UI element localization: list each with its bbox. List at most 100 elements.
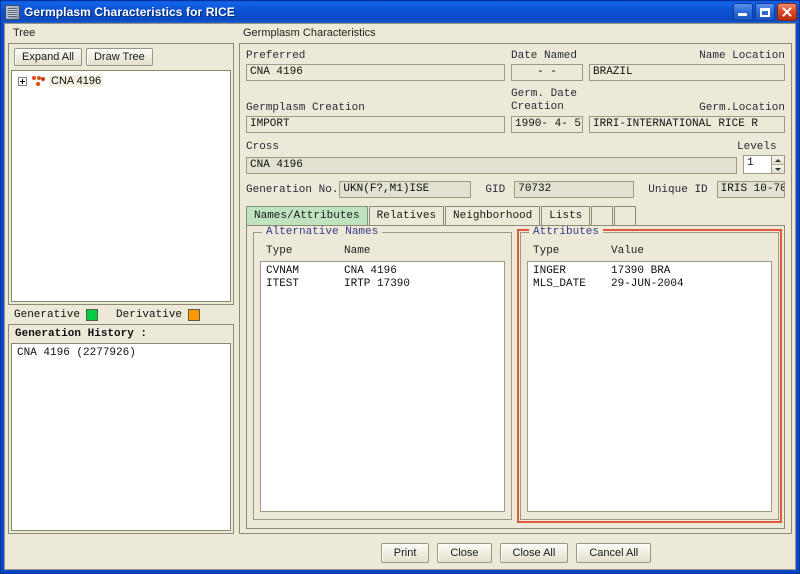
- maximize-button[interactable]: [755, 3, 775, 21]
- alternative-names-group: Alternative Names Type Name CVNAM CNA 41…: [253, 226, 512, 520]
- levels-decrement-icon[interactable]: [771, 165, 784, 173]
- title-bar: Germplasm Characteristics for RICE: [1, 1, 799, 23]
- gid-field[interactable]: 70732: [514, 181, 635, 198]
- panel-headers: Tree Germplasm Characteristics: [5, 24, 795, 43]
- row1-labels: Preferred Date Named Name Location: [246, 48, 785, 62]
- tree-panel: Expand All Draw Tree CNA 4196: [8, 43, 234, 305]
- generation-history-item[interactable]: CNA 4196 (2277926): [17, 347, 230, 359]
- expand-toggle-icon[interactable]: [18, 76, 27, 86]
- alternative-names-title: Alternative Names: [262, 226, 383, 238]
- attributes-list[interactable]: INGER 17390 BRA MLS_DATE 29-JUN-2004: [527, 261, 772, 512]
- alt-name-type: ITEST: [266, 278, 300, 290]
- germ-date-creation-label-line1: Germ. Date: [511, 88, 578, 100]
- tab-empty-1[interactable]: [591, 206, 614, 225]
- germplasm-creation-label: Germplasm Creation: [246, 102, 365, 114]
- row2-labels: Germplasm Creation Germ. Date Creation G…: [246, 86, 785, 114]
- tab-content-names-attributes: Alternative Names Type Name CVNAM CNA 41…: [246, 226, 785, 529]
- tree-legend: Generative Derivative: [8, 305, 234, 324]
- pedigree-icon: [32, 75, 45, 87]
- germplasm-creation-field[interactable]: IMPORT: [246, 116, 505, 133]
- attribute-value: 17390 BRA: [611, 265, 671, 277]
- tab-strip: Names/Attributes Relatives Neighborhood …: [246, 206, 785, 226]
- legend-derivative-swatch: [188, 309, 201, 321]
- gid-label: GID: [485, 183, 506, 196]
- attribute-value: 29-JUN-2004: [611, 278, 684, 290]
- tab-neighborhood[interactable]: Neighborhood: [445, 206, 541, 225]
- tab-relatives[interactable]: Relatives: [368, 206, 445, 225]
- alt-name-value: CNA 4196: [344, 265, 397, 277]
- table-row[interactable]: MLS_DATE 29-JUN-2004: [528, 278, 771, 291]
- legend-generative-label: Generative: [14, 309, 81, 321]
- cross-label: Cross: [246, 141, 280, 153]
- germplasm-details-panel: Preferred Date Named Name Location CNA 4…: [239, 43, 792, 534]
- tab-lists[interactable]: Lists: [541, 206, 591, 225]
- levels-increment-icon[interactable]: [771, 156, 784, 165]
- cross-field[interactable]: CNA 4196: [246, 157, 737, 174]
- tree-toolbar: Expand All Draw Tree: [9, 44, 233, 70]
- date-named-label: Date Named: [511, 50, 578, 62]
- attributes-title: Attributes: [529, 226, 604, 238]
- generation-history-panel: Generation History : CNA 4196 (2277926): [8, 324, 234, 534]
- footer-spacer: [5, 537, 237, 569]
- tree-node-cna4196[interactable]: CNA 4196: [12, 71, 230, 87]
- alternative-names-list[interactable]: CVNAM CNA 4196 ITEST IRTP 17390: [260, 261, 505, 512]
- legend-generative-swatch: [86, 309, 99, 321]
- generation-history-title: Generation History :: [15, 328, 148, 340]
- unique-id-label: Unique ID: [648, 183, 708, 196]
- legend-derivative-label: Derivative: [116, 309, 183, 321]
- levels-value[interactable]: 1: [744, 156, 771, 173]
- germ-location-label: Germ.Location: [699, 102, 785, 114]
- details-column: Preferred Date Named Name Location CNA 4…: [237, 43, 795, 537]
- application-window: Germplasm Characteristics for RICE Tree …: [0, 0, 800, 574]
- list-item[interactable]: CVNAM CNA 4196: [261, 265, 504, 278]
- expand-all-button[interactable]: Expand All: [14, 48, 82, 66]
- footer-button-bar: Print Close Close All Cancel All: [237, 537, 795, 569]
- cross-labels: Cross Levels: [246, 139, 785, 153]
- alt-name-type: CVNAM: [266, 265, 300, 277]
- tree-column: Expand All Draw Tree CNA 4196 Generative…: [5, 43, 237, 537]
- preferred-label: Preferred: [246, 50, 306, 62]
- attribute-type: INGER: [533, 265, 567, 277]
- attributes-col-value: Value: [611, 245, 645, 257]
- draw-tree-button[interactable]: Draw Tree: [85, 48, 153, 66]
- generation-no-label: Generation No.: [246, 183, 339, 196]
- window-controls: [733, 3, 797, 21]
- levels-spinner[interactable]: 1: [743, 155, 785, 174]
- alternative-names-col-name: Name: [344, 245, 371, 257]
- levels-label: Levels: [737, 141, 777, 153]
- close-window-button[interactable]: [777, 3, 797, 21]
- close-all-button[interactable]: Close All: [499, 543, 569, 563]
- germ-date-creation-label-line2: Creation: [511, 101, 564, 113]
- tab-names-attributes[interactable]: Names/Attributes: [246, 206, 368, 225]
- unique-id-field[interactable]: IRIS 10-70732: [716, 181, 785, 198]
- name-location-label: Name Location: [699, 50, 785, 62]
- attribute-type: MLS_DATE: [533, 278, 586, 290]
- close-button[interactable]: Close: [437, 543, 492, 563]
- date-named-field[interactable]: - -: [511, 64, 583, 81]
- levels-spinner-buttons[interactable]: [771, 156, 784, 173]
- tab-empty-2[interactable]: [614, 206, 637, 225]
- app-icon: [5, 4, 20, 20]
- germ-date-creation-field[interactable]: 1990- 4- 5: [511, 116, 583, 133]
- row1-fields: CNA 4196 - - BRAZIL: [246, 64, 785, 81]
- name-location-field[interactable]: BRAZIL: [589, 64, 785, 81]
- table-row[interactable]: INGER 17390 BRA: [528, 265, 771, 278]
- tree-node-label: CNA 4196: [49, 75, 104, 87]
- generation-no-field[interactable]: UKN(F?,M1)ISE: [339, 181, 472, 198]
- footer: Print Close Close All Cancel All: [5, 537, 795, 569]
- tree-header-label: Tree: [13, 27, 36, 39]
- preferred-field[interactable]: CNA 4196: [246, 64, 505, 81]
- generation-history-list[interactable]: CNA 4196 (2277926): [11, 343, 231, 531]
- identifiers-row: Generation No. UKN(F?,M1)ISE GID 70732 U…: [246, 181, 785, 198]
- alt-name-value: IRTP 17390: [344, 278, 411, 290]
- list-item[interactable]: ITEST IRTP 17390: [261, 278, 504, 291]
- germ-location-field[interactable]: IRRI-INTERNATIONAL RICE R: [589, 116, 785, 133]
- print-button[interactable]: Print: [380, 543, 430, 563]
- row2-fields: IMPORT 1990- 4- 5 IRRI-INTERNATIONAL RIC…: [246, 116, 785, 133]
- tree-view[interactable]: CNA 4196: [11, 70, 231, 302]
- cancel-all-button[interactable]: Cancel All: [576, 543, 652, 563]
- minimize-button[interactable]: [733, 3, 753, 21]
- cross-fields: CNA 4196 1: [246, 155, 785, 174]
- client-area: Tree Germplasm Characteristics Expand Al…: [4, 23, 796, 570]
- body-split: Expand All Draw Tree CNA 4196 Generative…: [5, 43, 795, 537]
